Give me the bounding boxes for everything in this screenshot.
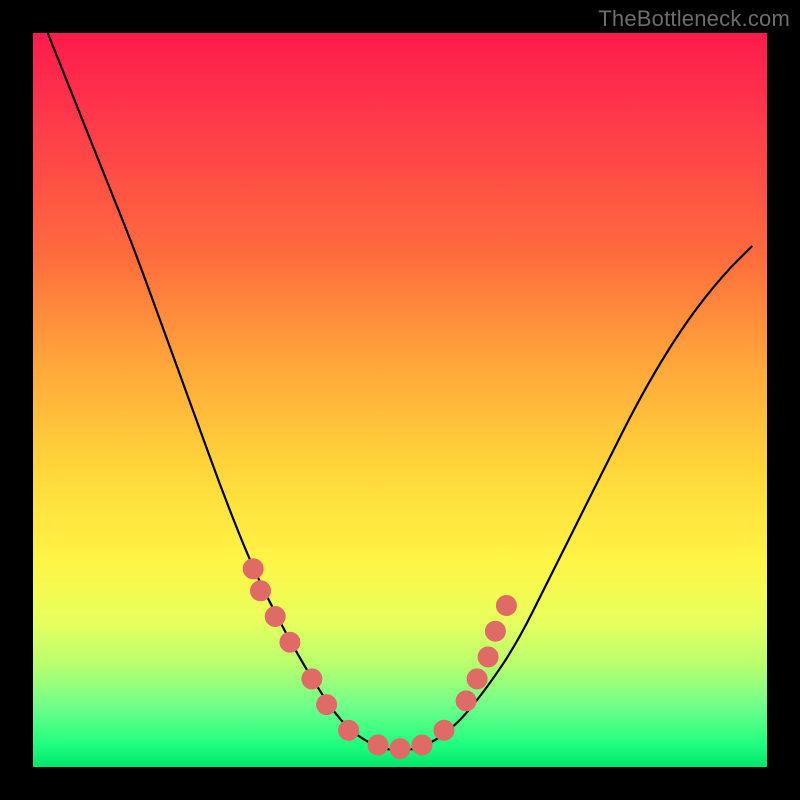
marker-dot bbox=[243, 559, 263, 579]
marker-dot bbox=[496, 596, 516, 616]
marker-dot bbox=[390, 739, 410, 759]
marker-group bbox=[243, 559, 516, 759]
marker-dot bbox=[280, 632, 300, 652]
chart-svg bbox=[33, 33, 767, 767]
marker-dot bbox=[368, 735, 388, 755]
marker-dot bbox=[478, 647, 498, 667]
marker-dot bbox=[339, 720, 359, 740]
plot-area bbox=[33, 33, 767, 767]
chart-frame: TheBottleneck.com bbox=[0, 0, 800, 800]
bottleneck-curve bbox=[48, 33, 753, 751]
marker-dot bbox=[456, 691, 476, 711]
marker-dot bbox=[265, 607, 285, 627]
marker-dot bbox=[434, 720, 454, 740]
marker-dot bbox=[317, 695, 337, 715]
marker-dot bbox=[467, 669, 487, 689]
marker-dot bbox=[485, 621, 505, 641]
marker-dot bbox=[251, 581, 271, 601]
marker-dot bbox=[302, 669, 322, 689]
watermark-text: TheBottleneck.com bbox=[598, 6, 790, 32]
marker-dot bbox=[412, 735, 432, 755]
